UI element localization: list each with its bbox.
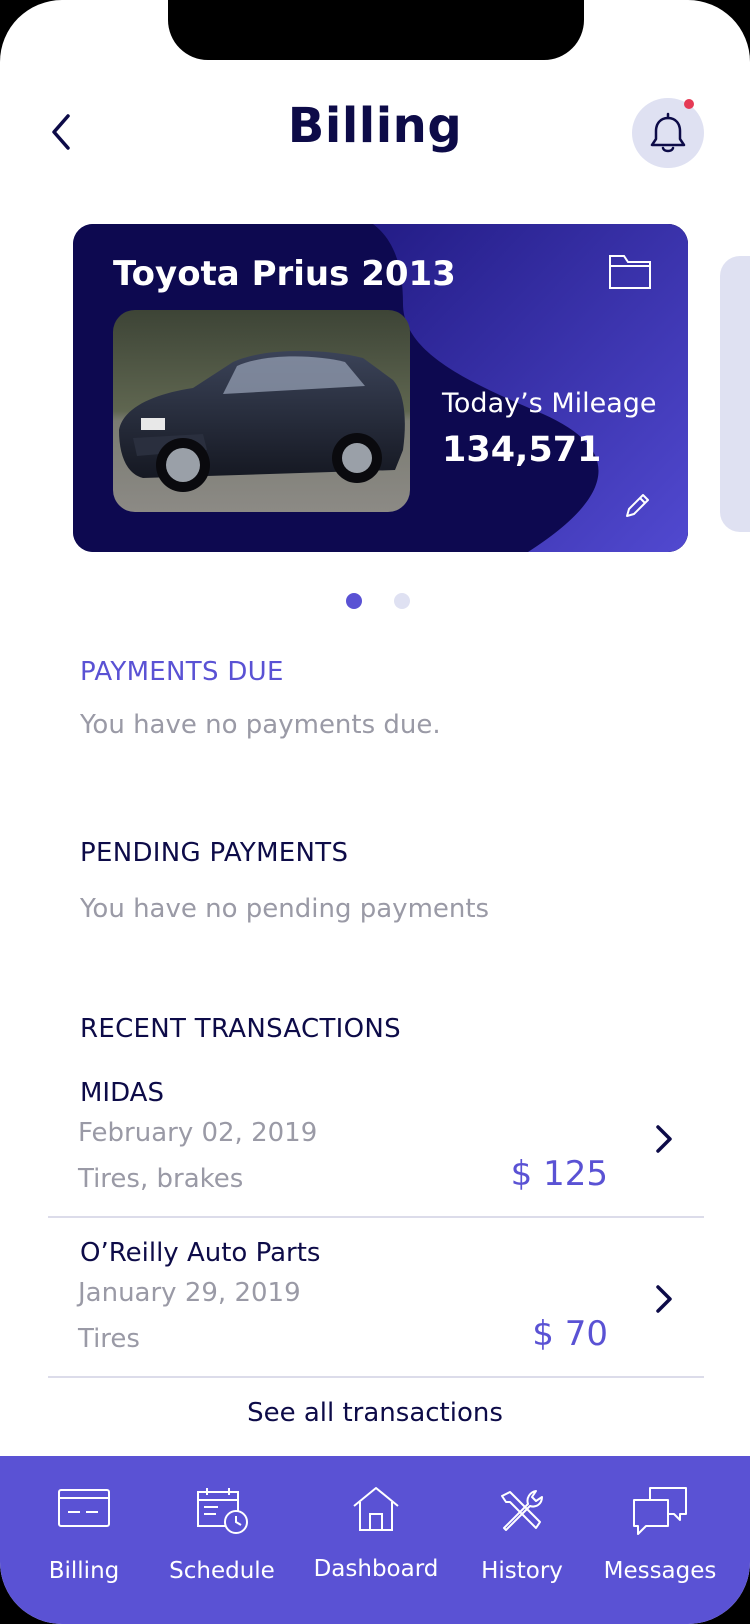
payments-due-heading: PAYMENTS DUE bbox=[80, 657, 284, 687]
tab-label: Schedule bbox=[169, 1558, 275, 1584]
folder-icon[interactable] bbox=[607, 252, 653, 292]
recent-transactions-heading: RECENT TRANSACTIONS bbox=[80, 1014, 401, 1044]
tab-bar: Billing Schedule Dashboard History Messa… bbox=[0, 1456, 750, 1624]
see-all-transactions-link[interactable]: See all transactions bbox=[0, 1398, 750, 1428]
transaction-description: Tires, brakes bbox=[78, 1164, 244, 1194]
payments-due-message: You have no payments due. bbox=[80, 710, 441, 740]
transaction-amount: $ 125 bbox=[510, 1154, 608, 1194]
notifications-button[interactable] bbox=[632, 98, 704, 168]
tab-messages[interactable]: Messages bbox=[595, 1456, 725, 1596]
pencil-icon[interactable] bbox=[621, 490, 653, 522]
home-icon bbox=[353, 1487, 399, 1531]
tab-billing[interactable]: Billing bbox=[19, 1456, 149, 1596]
notification-badge bbox=[684, 99, 694, 109]
next-vehicle-card[interactable] bbox=[720, 256, 750, 532]
pending-payments-heading: PENDING PAYMENTS bbox=[80, 838, 349, 868]
bell-icon bbox=[650, 112, 686, 153]
mileage-value: 134,571 bbox=[442, 430, 602, 470]
chevron-right-icon bbox=[656, 1285, 672, 1313]
divider bbox=[48, 1376, 704, 1378]
tools-icon bbox=[501, 1490, 543, 1531]
chat-bubbles-icon bbox=[633, 1487, 687, 1535]
pending-payments-message: You have no pending payments bbox=[80, 894, 490, 924]
transaction-date: February 02, 2019 bbox=[78, 1118, 318, 1148]
credit-card-icon bbox=[58, 1489, 110, 1527]
transaction-row[interactable]: O’Reilly Auto Parts January 29, 2019 Tir… bbox=[48, 1238, 704, 1398]
chevron-right-icon bbox=[656, 1125, 672, 1153]
divider bbox=[48, 1216, 704, 1218]
header: Billing bbox=[0, 90, 750, 170]
vehicle-name: Toyota Prius 2013 bbox=[113, 254, 456, 294]
tab-history[interactable]: History bbox=[457, 1456, 587, 1596]
tab-label: Messages bbox=[603, 1558, 717, 1584]
vehicle-card[interactable]: Toyota Prius 2013 Today’s Mileage 134,57… bbox=[73, 224, 688, 552]
app-screen: Billing Toyota Prius 2013 Today’s Mileag… bbox=[0, 0, 750, 1624]
vehicle-photo bbox=[113, 310, 410, 512]
carousel-dot[interactable] bbox=[394, 593, 410, 609]
transaction-merchant: O’Reilly Auto Parts bbox=[80, 1238, 321, 1268]
carousel-dot-active[interactable] bbox=[346, 593, 362, 609]
tab-label: Dashboard bbox=[313, 1556, 439, 1582]
mileage-label: Today’s Mileage bbox=[442, 388, 657, 419]
tab-dashboard[interactable]: Dashboard bbox=[311, 1456, 441, 1596]
tab-schedule[interactable]: Schedule bbox=[157, 1456, 287, 1596]
transaction-merchant: MIDAS bbox=[80, 1078, 164, 1108]
calendar-clock-icon bbox=[197, 1488, 248, 1534]
transaction-amount: $ 70 bbox=[532, 1314, 608, 1354]
transaction-description: Tires bbox=[78, 1324, 140, 1354]
transaction-date: January 29, 2019 bbox=[78, 1278, 301, 1308]
device-notch bbox=[168, 0, 584, 60]
transaction-row[interactable]: MIDAS February 02, 2019 Tires, brakes $ … bbox=[48, 1078, 704, 1238]
